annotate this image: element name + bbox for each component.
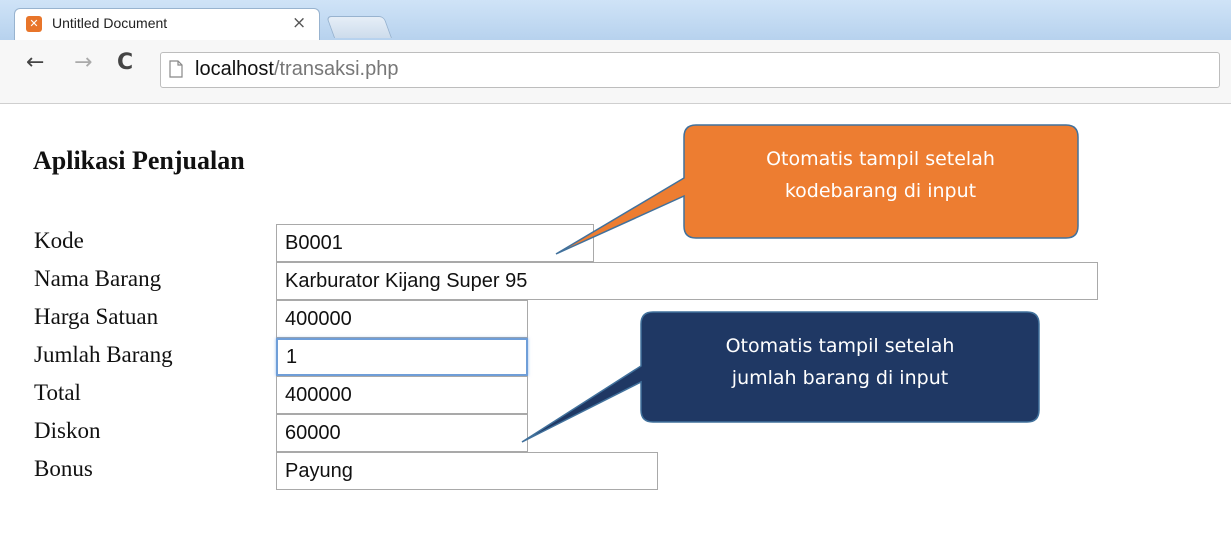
callout-kode: Otomatis tampil setelah kodebarang di in…	[684, 143, 1077, 207]
callout-kode-line2: kodebarang di input	[784, 180, 977, 202]
callout-jumlah: Otomatis tampil setelah jumlah barang di…	[641, 330, 1039, 394]
callout-kode-line1: Otomatis tampil setelah	[766, 148, 995, 170]
callout-layer	[521, 124, 1079, 443]
callout-jumlah-line1: Otomatis tampil setelah	[725, 335, 955, 357]
callout-jumlah-line2: jumlah barang di input	[731, 367, 949, 389]
